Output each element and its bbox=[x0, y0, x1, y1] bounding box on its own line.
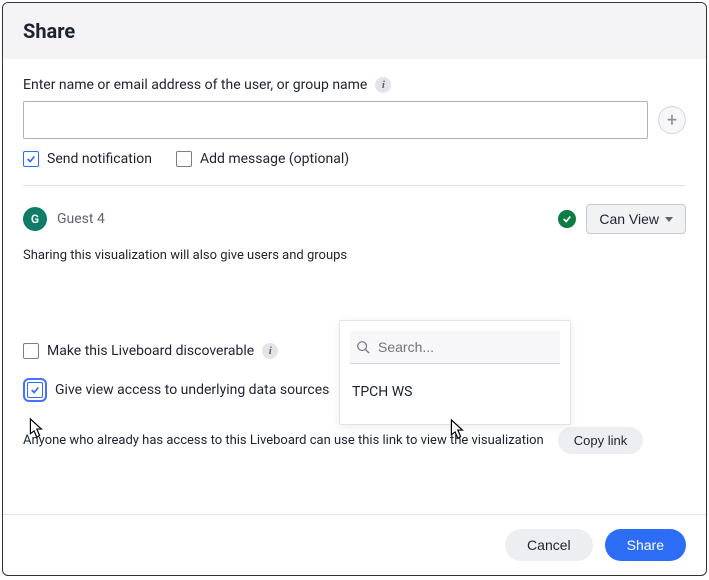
search-icon bbox=[356, 340, 370, 354]
dropdown-item[interactable]: TPCH WS bbox=[350, 378, 560, 414]
add-message-check[interactable]: Add message (optional) bbox=[176, 151, 349, 167]
share-modal: Share Enter name or email address of the… bbox=[2, 2, 707, 576]
send-notification-label: Send notification bbox=[47, 151, 152, 167]
permission-label: Can View bbox=[599, 211, 659, 227]
user-name: Guest 4 bbox=[57, 211, 548, 227]
info-icon[interactable]: i bbox=[262, 343, 278, 359]
sharing-note: Sharing this visualization will also giv… bbox=[23, 248, 686, 263]
option-checks-row: Send notification Add message (optional) bbox=[23, 151, 686, 167]
cancel-button[interactable]: Cancel bbox=[505, 529, 593, 561]
link-note-row: Anyone who already has access to this Li… bbox=[23, 427, 686, 454]
avatar: G bbox=[23, 207, 47, 231]
divider bbox=[23, 185, 686, 186]
modal-body: Enter name or email address of the user,… bbox=[3, 59, 706, 514]
send-notification-check[interactable]: Send notification bbox=[23, 151, 152, 167]
view-access-label: Give view access to underlying data sour… bbox=[55, 382, 329, 398]
modal-header: Share bbox=[3, 3, 706, 59]
permission-dropdown[interactable]: Can View bbox=[586, 204, 686, 234]
recipient-label-row: Enter name or email address of the user,… bbox=[23, 77, 686, 93]
add-recipient-button[interactable]: + bbox=[658, 106, 686, 134]
recipient-input[interactable] bbox=[23, 101, 648, 139]
checkbox-icon bbox=[27, 382, 43, 398]
checkbox-icon bbox=[176, 151, 192, 167]
dropdown-search-input[interactable] bbox=[378, 339, 559, 355]
discoverable-label: Make this Liveboard discoverable bbox=[47, 343, 254, 359]
modal-title: Share bbox=[23, 19, 686, 43]
shared-user-row: G Guest 4 Can View bbox=[23, 204, 686, 234]
add-message-label: Add message (optional) bbox=[200, 151, 349, 167]
share-button[interactable]: Share bbox=[605, 529, 686, 561]
link-note-text: Anyone who already has access to this Li… bbox=[23, 433, 544, 448]
checkbox-icon bbox=[23, 343, 39, 359]
info-icon[interactable]: i bbox=[375, 77, 391, 93]
dropdown-search[interactable] bbox=[350, 331, 560, 364]
data-sources-dropdown: TPCH WS bbox=[339, 320, 571, 425]
copy-link-button[interactable]: Copy link bbox=[558, 427, 643, 454]
recipient-label: Enter name or email address of the user,… bbox=[23, 77, 367, 93]
modal-footer: Cancel Share bbox=[3, 514, 706, 575]
checkbox-icon bbox=[23, 151, 39, 167]
view-access-checkbox-highlight[interactable] bbox=[23, 378, 47, 402]
status-check-icon bbox=[558, 210, 576, 228]
chevron-down-icon bbox=[665, 217, 673, 222]
recipient-input-row: + bbox=[23, 101, 686, 139]
